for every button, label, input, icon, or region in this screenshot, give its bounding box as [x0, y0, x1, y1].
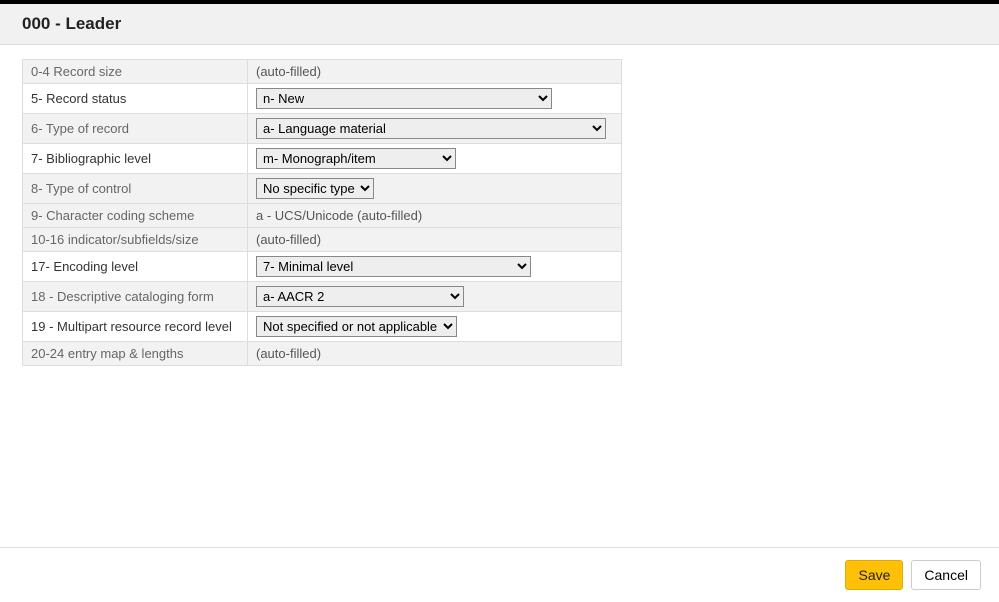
- record-status-select[interactable]: n- New: [256, 88, 552, 109]
- dialog-footer: Save Cancel: [0, 547, 999, 602]
- descriptive-cataloging-select[interactable]: a- AACR 2: [256, 286, 464, 307]
- field-row-record-size: 0-4 Record size (auto-filled): [23, 60, 622, 84]
- field-label: 19 - Multipart resource record level: [23, 312, 248, 342]
- dialog-header: 000 - Leader: [0, 4, 999, 45]
- field-static-value: (auto-filled): [256, 232, 321, 247]
- bibliographic-level-select[interactable]: m- Monograph/item: [256, 148, 456, 169]
- field-static-value: (auto-filled): [256, 346, 321, 361]
- field-label: 20-24 entry map & lengths: [23, 342, 248, 366]
- field-row-record-status: 5- Record status n- New: [23, 84, 622, 114]
- field-label: 10-16 indicator/subfields/size: [23, 228, 248, 252]
- field-static-value: (auto-filled): [256, 64, 321, 79]
- field-label: 8- Type of control: [23, 174, 248, 204]
- field-row-bibliographic-level: 7- Bibliographic level m- Monograph/item: [23, 144, 622, 174]
- save-button[interactable]: Save: [845, 560, 903, 590]
- field-row-encoding-level: 17- Encoding level 7- Minimal level: [23, 252, 622, 282]
- type-of-record-select[interactable]: a- Language material: [256, 118, 606, 139]
- encoding-level-select[interactable]: 7- Minimal level: [256, 256, 531, 277]
- multipart-resource-select[interactable]: Not specified or not applicable: [256, 316, 457, 337]
- cancel-button[interactable]: Cancel: [911, 560, 981, 590]
- field-row-descriptive-cataloging: 18 - Descriptive cataloging form a- AACR…: [23, 282, 622, 312]
- field-row-indicator-subfields: 10-16 indicator/subfields/size (auto-fil…: [23, 228, 622, 252]
- field-label: 9- Character coding scheme: [23, 204, 248, 228]
- field-row-character-coding: 9- Character coding scheme a - UCS/Unico…: [23, 204, 622, 228]
- field-row-multipart-resource: 19 - Multipart resource record level Not…: [23, 312, 622, 342]
- field-static-value: a - UCS/Unicode (auto-filled): [256, 208, 422, 223]
- field-label: 6- Type of record: [23, 114, 248, 144]
- type-of-control-select[interactable]: No specific type: [256, 178, 374, 199]
- dialog-title: 000 - Leader: [22, 14, 977, 34]
- field-label: 0-4 Record size: [23, 60, 248, 84]
- field-row-type-of-record: 6- Type of record a- Language material: [23, 114, 622, 144]
- field-label: 18 - Descriptive cataloging form: [23, 282, 248, 312]
- field-row-entry-map: 20-24 entry map & lengths (auto-filled): [23, 342, 622, 366]
- leader-fields-table: 0-4 Record size (auto-filled) 5- Record …: [22, 59, 622, 366]
- field-label: 7- Bibliographic level: [23, 144, 248, 174]
- field-row-type-of-control: 8- Type of control No specific type: [23, 174, 622, 204]
- field-label: 5- Record status: [23, 84, 248, 114]
- field-label: 17- Encoding level: [23, 252, 248, 282]
- dialog-content: 0-4 Record size (auto-filled) 5- Record …: [0, 45, 999, 547]
